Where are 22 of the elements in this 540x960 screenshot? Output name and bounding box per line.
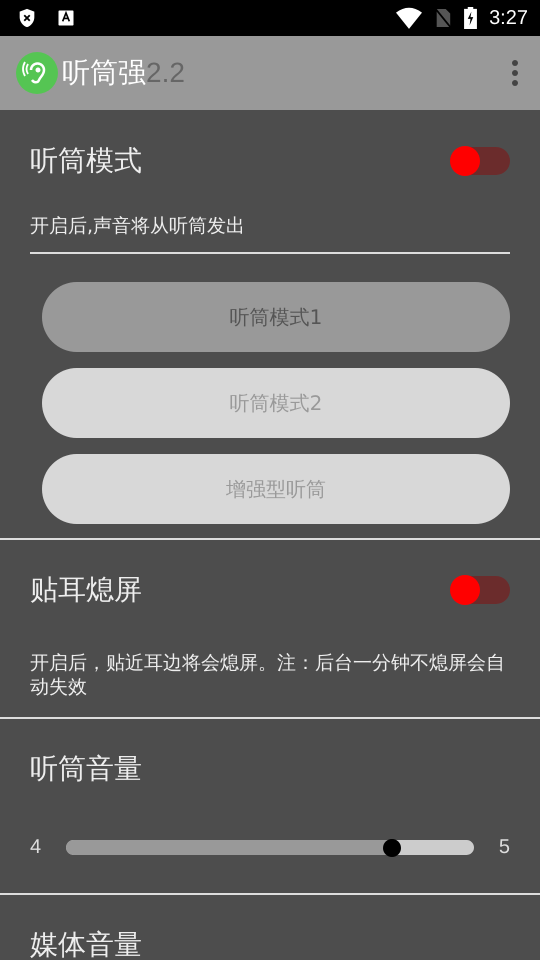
section-title: 贴耳熄屏 <box>30 572 142 608</box>
section-title: 听筒音量 <box>30 751 142 787</box>
section-description: 开启后,声音将从听筒发出 <box>30 214 510 254</box>
toggle-switch[interactable] <box>450 147 510 175</box>
slider-track[interactable] <box>66 840 474 854</box>
section-title: 听筒模式 <box>30 143 142 179</box>
no-sim-icon <box>434 7 452 29</box>
section-title: 媒体音量 <box>30 927 142 960</box>
mode-button[interactable]: 听筒模式1 <box>42 282 510 352</box>
mode-button[interactable]: 听筒模式2 <box>42 368 510 438</box>
min-value: 4 <box>30 836 42 858</box>
font-icon <box>56 8 76 28</box>
max-value: 5 <box>498 836 510 858</box>
toggle-switch[interactable] <box>450 576 510 604</box>
battery-charging-icon <box>464 7 478 29</box>
slider-thumb[interactable] <box>383 838 402 856</box>
section-description: 开启后，贴近耳边将会熄屏。注：后台一分钟不熄屏会自动失效 <box>30 651 506 700</box>
mode-button[interactable]: 增强型听筒 <box>42 454 510 524</box>
app-title: 听筒强 <box>62 55 146 91</box>
ear-logo-icon <box>16 52 58 94</box>
clock: 3:27 <box>489 6 528 30</box>
wifi-icon <box>396 7 422 29</box>
